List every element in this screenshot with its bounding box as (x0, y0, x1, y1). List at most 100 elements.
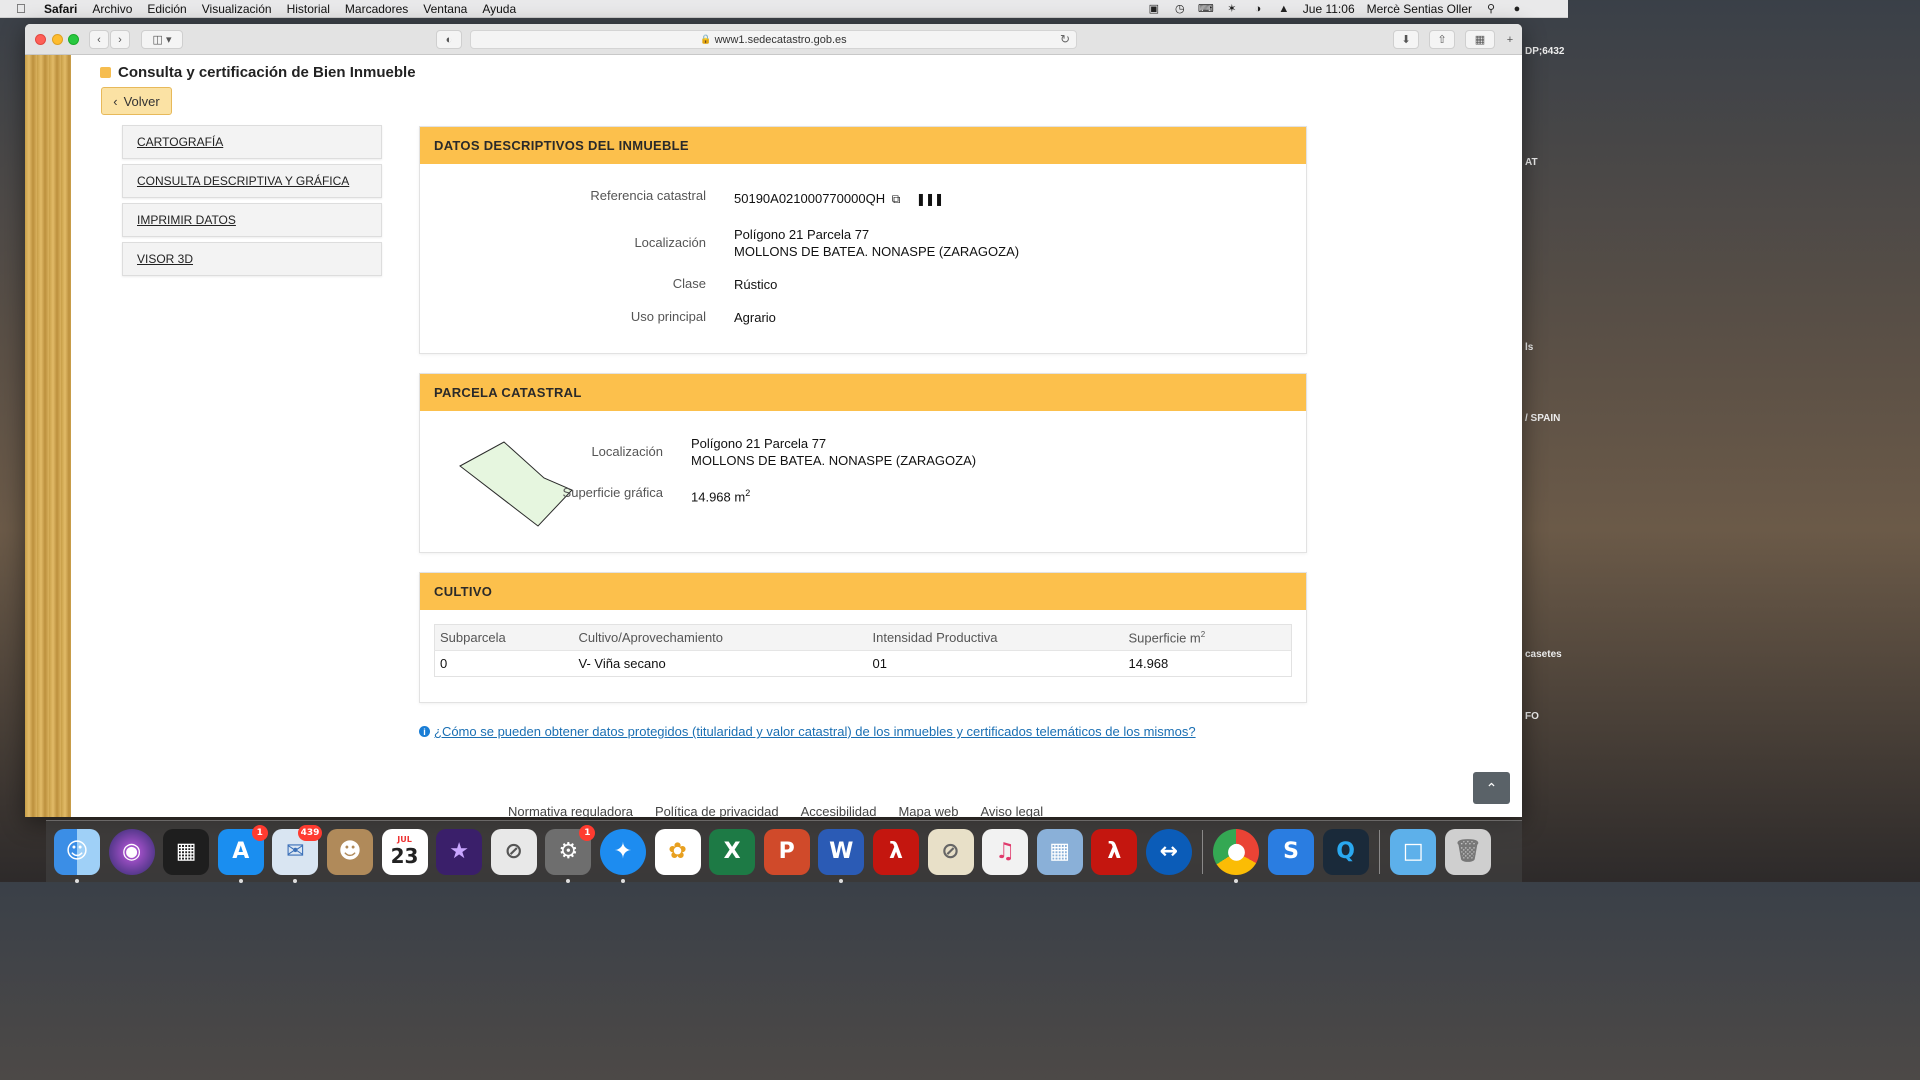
footer-links: Normativa reguladora Política de privaci… (508, 804, 1043, 817)
trash-icon[interactable]: 🗑 (1444, 828, 1491, 875)
share-button[interactable]: ⇧ (1429, 30, 1455, 49)
music-icon[interactable]: ♫ (982, 828, 1029, 875)
chevron-right-icon: › (118, 33, 122, 46)
back-button[interactable]: ‹ (89, 30, 109, 49)
downloads-button[interactable]: ⬇ (1393, 30, 1419, 49)
parcela-loc-line1: Polígono 21 Parcela 77 (691, 436, 827, 451)
menu-clock[interactable]: Jue 11:06 (1303, 2, 1355, 16)
field-value: Rústico (734, 277, 778, 292)
nav-cartografia[interactable]: CARTOGRAFÍA (122, 125, 382, 159)
quicktime-icon[interactable]: Q (1322, 828, 1369, 875)
finder-icon[interactable]: ☺ (54, 828, 100, 883)
running-indicator (75, 878, 79, 883)
powerpoint-icon[interactable]: P (763, 828, 810, 875)
column-header: Intensidad Productiva (867, 624, 1124, 651)
preview-icon[interactable]: ▦ (1036, 828, 1083, 875)
address-text: www1.sedecatastro.gob.es (714, 33, 847, 46)
calendar-day: 23 (390, 844, 419, 868)
close-window-button[interactable] (35, 34, 46, 45)
share-icon: ⇧ (1437, 34, 1447, 46)
wifi-icon[interactable]: ◑ (1251, 3, 1265, 15)
menu-historial[interactable]: Historial (287, 2, 330, 16)
parcela-loc-row: Localización Polígono 21 Parcela 77 MOLL… (377, 435, 976, 469)
blocked-app-icon-2[interactable]: ⊘ (927, 828, 974, 875)
notification-badge: 1 (251, 824, 268, 841)
system-preferences-icon[interactable]: ⚙ 1 (545, 824, 596, 883)
word-icon[interactable]: W (818, 828, 865, 883)
table-cell: V- Viña secano (578, 656, 666, 671)
web-content: Consulta y certificación de Bien Inmuebl… (25, 55, 1522, 817)
sidebar-icon: ◫ ▾ (152, 34, 172, 46)
photo-booth-icon[interactable]: ▦ (163, 828, 210, 875)
column-header-text: Superficie m (1128, 630, 1201, 646)
screen-share-icon[interactable]: ▣ (1147, 3, 1161, 15)
fullscreen-window-button[interactable] (68, 34, 79, 45)
forward-button[interactable]: › (110, 30, 130, 49)
menu-ventana[interactable]: Ventana (423, 2, 467, 16)
tab-overview-button[interactable]: ▦ (1465, 30, 1495, 49)
app-store-icon[interactable]: A1 (217, 824, 268, 883)
menu-marcadores[interactable]: Marcadores (345, 2, 408, 16)
nav-visor-3d[interactable]: VISOR 3D (122, 242, 382, 276)
running-indicator (566, 878, 571, 883)
footer-link-mapa-web[interactable]: Mapa web (898, 804, 958, 817)
chevron-up-icon: ⌃ (1485, 779, 1498, 796)
acrobat-reader-icon[interactable]: λ (1091, 828, 1138, 875)
footer-link-accesibilidad[interactable]: Accesibilidad (801, 804, 877, 817)
menu-archivo[interactable]: Archivo (92, 2, 132, 16)
desktop-label: / SPAIN (1525, 413, 1561, 424)
menu-app-name[interactable]: Safari (44, 2, 77, 16)
applications-folder-icon[interactable]: □ (1390, 828, 1437, 875)
privacy-report-button[interactable]: ◐ (436, 30, 462, 49)
address-bar[interactable]: 🔒 www1.sedecatastro.gob.es ↻ (470, 30, 1077, 49)
copy-icon[interactable]: ⧉ (892, 192, 901, 206)
back-link-button[interactable]: ‹ Volver (101, 87, 172, 115)
minimize-window-button[interactable] (52, 34, 63, 45)
s-app-icon[interactable]: S (1268, 828, 1315, 875)
protected-data-info-link[interactable]: i ¿Cómo se pueden obtener datos protegid… (419, 724, 1196, 739)
safari-icon[interactable]: ✦ (599, 828, 646, 883)
barcode-icon[interactable]: ❚❚❚ (916, 192, 944, 206)
running-indicator (293, 878, 298, 883)
reload-icon[interactable]: ↻ (1060, 32, 1070, 46)
nav-consulta-descriptiva[interactable]: CONSULTA DESCRIPTIVA Y GRÁFICA (122, 164, 382, 198)
blocked-app-icon[interactable]: ⊘ (490, 828, 537, 875)
column-header: Cultivo/Aprovechamiento (573, 624, 868, 651)
menu-visualizacion[interactable]: Visualización (202, 2, 272, 16)
calendar-icon[interactable]: JUL 23 (381, 828, 428, 875)
info-icon: i (419, 726, 430, 737)
siri-icon[interactable]: ● (1510, 3, 1524, 15)
photos-icon[interactable]: ✿ (654, 828, 701, 875)
volume-icon[interactable]: ▲ (1277, 3, 1291, 15)
mail-icon[interactable]: ✉ 439 (272, 824, 323, 883)
keyboard-icon[interactable]: ⌨ (1198, 3, 1214, 15)
footer-link-privacidad[interactable]: Política de privacidad (655, 804, 779, 817)
clase-row: Clase Rústico (420, 276, 778, 293)
time-machine-icon[interactable]: ◷ (1173, 3, 1187, 15)
contacts-icon[interactable]: ☻ (326, 828, 373, 875)
apple-menu-icon[interactable]:  (16, 1, 30, 16)
menu-ayuda[interactable]: Ayuda (482, 2, 516, 16)
chrome-icon[interactable]: ● (1213, 828, 1260, 883)
desktop-label: AT (1525, 157, 1538, 168)
nav-imprimir-datos[interactable]: IMPRIMIR DATOS (122, 203, 382, 237)
footer-link-aviso-legal[interactable]: Aviso legal (980, 804, 1043, 817)
scroll-to-top-button[interactable]: ⌃ (1473, 772, 1510, 804)
field-label: Referencia catastral (590, 188, 706, 203)
table-header-row: Subparcela Cultivo/Aprovechamiento Inten… (434, 624, 1292, 651)
menu-edicion[interactable]: Edición (147, 2, 186, 16)
teamviewer-icon[interactable]: ↔ (1145, 828, 1192, 875)
loc-line2: MOLLONS DE BATEA. NONASPE (ZARAGOZA) (734, 244, 1020, 259)
bluetooth-icon[interactable]: ✶ (1225, 3, 1239, 15)
spotlight-search-icon[interactable]: ⚲ (1484, 3, 1498, 15)
footer-link-normativa[interactable]: Normativa reguladora (508, 804, 633, 817)
menu-user[interactable]: Mercè Sentias Oller (1367, 2, 1472, 16)
chevron-left-icon: ‹ (113, 93, 118, 109)
imovie-icon[interactable]: ★ (436, 828, 483, 875)
desktop-label: DP;6432 (1525, 46, 1565, 57)
siri-app-icon[interactable]: ◉ (108, 828, 155, 875)
acrobat-icon[interactable]: λ (872, 828, 919, 875)
new-tab-button[interactable]: + (1501, 30, 1519, 49)
excel-icon[interactable]: X (709, 828, 756, 875)
sidebar-toggle-button[interactable]: ◫ ▾ (141, 30, 183, 49)
